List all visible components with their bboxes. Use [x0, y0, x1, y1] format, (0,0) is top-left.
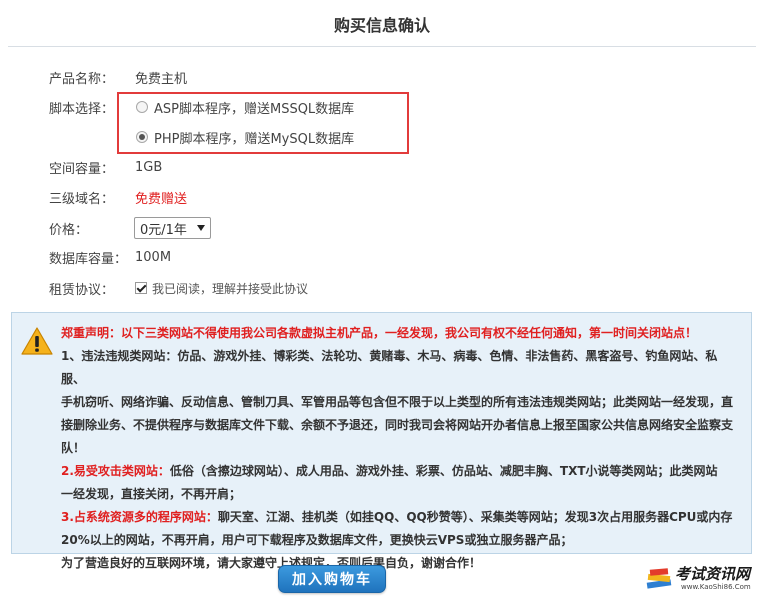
notice-item1-line3: 接删除业务、不提供程序与数据库文件下载、余额不予退还，同时我司会将网站开办者信息… — [61, 418, 734, 432]
add-to-cart-button[interactable]: 加入购物车 — [278, 565, 386, 593]
space-row: 空间容量： 1GB — [49, 155, 162, 179]
radio-asp[interactable] — [136, 101, 148, 113]
notice-item3-line2: 20%以上的网站，不再开肩，用户可下载程序及数据库文件，更换快云VPS或独立服务… — [61, 533, 573, 547]
watermark-logo: 考试资讯网 www.KaoShi86.Com — [645, 562, 760, 596]
price-label: 价格： — [49, 222, 89, 238]
notice-item1-line2: 手机窃听、网络诈骗、反动信息、管制刀具、军管用品等包含但不限于以上类型的所有违法… — [61, 395, 734, 409]
radio-asp-label: ASP脚本程序，赠送MSSQL数据库 — [154, 101, 355, 117]
agreement-row: 租赁协议： 我已阅读，理解并接受此协议 — [49, 276, 308, 300]
radio-option-php[interactable]: PHP脚本程序，赠送MySQL数据库 — [136, 126, 354, 148]
db-value: 100M — [135, 249, 172, 265]
agreement-checkbox[interactable] — [135, 282, 147, 294]
page-header: 购买信息确认 — [0, 0, 764, 47]
notice-item3-line1: 3.占系统资源多的程序网站：聊天室、江湖、挂机类（如挂QQ、QQ秒赞等）、采集类… — [61, 506, 741, 529]
product-label: 产品名称： — [49, 71, 115, 87]
price-row: 价格： — [49, 216, 135, 240]
radio-php[interactable] — [136, 131, 148, 143]
notice-closing: 为了营造良好的互联网环境，请大家遵守上述规定，否则后果自负，谢谢合作！ — [61, 556, 482, 570]
notice-item3-rest: 聊天室、江湖、挂机类（如挂QQ、QQ秒赞等）、采集类等网站；发现3次占用服务器C… — [217, 510, 733, 524]
chevron-down-icon — [197, 225, 205, 231]
radio-option-asp[interactable]: ASP脚本程序，赠送MSSQL数据库 — [136, 96, 354, 118]
notice-text: 郑重声明：以下三类网站不得使用我公司各款虚拟主机产品，一经发现，我公司有权不经任… — [61, 322, 741, 575]
notice-item2-lead: 2.易受攻击类网站： — [61, 464, 170, 478]
space-value: 1GB — [135, 159, 163, 175]
notice-item2-rest: 低俗（含擦边球网站）、成人用品、游戏外挂、彩票、仿品站、减肥丰胸、TXT小说等类… — [169, 464, 718, 478]
books-icon — [646, 568, 672, 589]
agreement-label: 租赁协议： — [49, 282, 115, 298]
radio-php-label: PHP脚本程序，赠送MySQL数据库 — [154, 131, 355, 147]
space-label: 空间容量： — [49, 161, 115, 177]
price-select-value: 0元/1年 — [140, 222, 187, 238]
db-label: 数据库容量： — [49, 251, 128, 267]
notice-item2-line1: 2.易受攻击类网站：低俗（含擦边球网站）、成人用品、游戏外挂、彩票、仿品站、减肥… — [61, 460, 741, 483]
notice-item1-line1: 1、违法违规类网站：仿品、游戏外挂、博彩类、法轮功、黄赌毒、木马、病毒、色情、非… — [61, 349, 718, 386]
domain-value: 免费赠送 — [135, 191, 188, 207]
watermark-name: 考试资讯网 — [675, 565, 751, 583]
domain-label: 三级域名： — [49, 191, 115, 207]
notice-title: 郑重声明：以下三类网站不得使用我公司各款虚拟主机产品，一经发现，我公司有权不经任… — [61, 326, 698, 340]
product-value: 免费主机 — [135, 71, 188, 87]
db-row: 数据库容量： 100M — [49, 245, 171, 269]
notice-item1-line4: 队！ — [61, 441, 86, 455]
notice-item2-line2: 一经发现，直接关闭，不再开肩； — [61, 487, 242, 501]
warning-icon — [21, 327, 53, 355]
page-title: 购买信息确认 — [333, 15, 430, 35]
agreement-checkbox-label[interactable]: 我已阅读，理解并接受此协议 — [152, 280, 308, 297]
domain-row: 三级域名： 免费赠送 — [49, 185, 187, 209]
price-select[interactable]: 0元/1年 — [134, 217, 211, 239]
watermark-url: www.KaoShi86.Com — [681, 583, 751, 591]
notice-item3-lead: 3.占系统资源多的程序网站： — [61, 510, 218, 524]
header-divider — [8, 46, 756, 47]
product-row: 产品名称： 免费主机 — [49, 65, 187, 89]
